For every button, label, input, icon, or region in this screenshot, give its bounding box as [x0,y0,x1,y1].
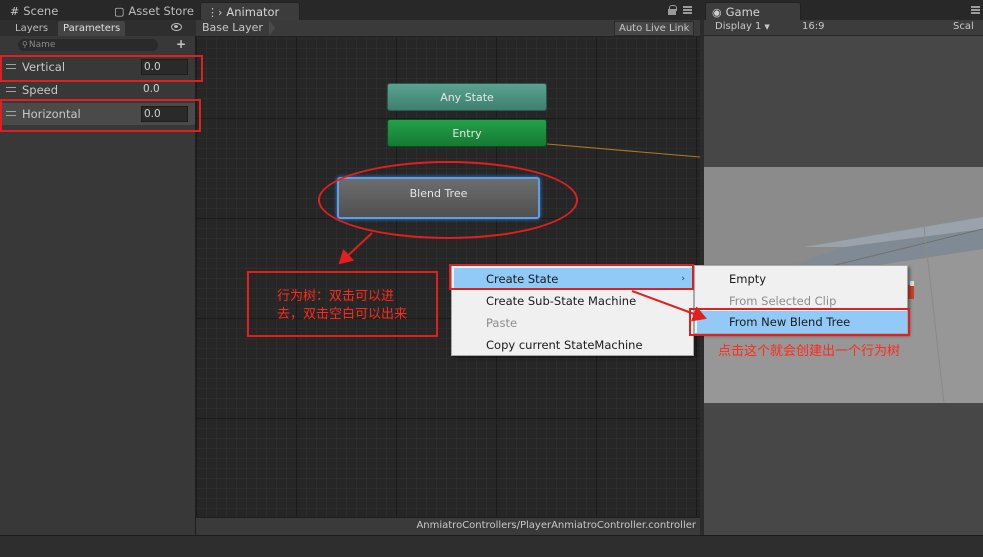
bottom-status-bar [0,535,983,557]
display-value: Display 1 [715,21,762,32]
breadcrumb[interactable]: Base Layer [202,20,275,36]
search-placeholder: Name [28,40,56,50]
parameter-value-field[interactable]: 0.0 [141,82,188,98]
drag-handle-icon[interactable] [6,87,16,92]
menu-item-paste: Paste [486,316,518,330]
game-menu-icon[interactable] [971,6,980,14]
tab-parameters[interactable]: Parameters [58,21,126,36]
store-icon: ▢ [114,5,125,18]
lock-icon[interactable] [668,5,677,15]
tab-asset-store[interactable]: ▢ Asset Store [108,2,194,20]
menu-item-create-sub-state-machine[interactable]: Create Sub-State Machine [454,290,693,312]
top-tab-strip: # Scene ▢ Asset Store ⋮› Animator ◉ Game [0,0,983,20]
layers-parameters-tabs: Layers Parameters [0,20,196,36]
annotation-note-line2: 去，双击空白可以出来 [277,307,408,322]
annotation-note-submenu: 点击这个就会创建出一个行为树 [718,344,901,359]
tab-asset-store-label: Asset Store [128,4,194,18]
tab-scene-label: Scene [23,4,59,18]
any-state-node[interactable]: Any State [387,83,547,111]
graph-status-bar: AnmiatroControllers/PlayerAnmiatroContro… [196,517,700,535]
parameter-search-input[interactable]: ⚲Name [18,39,158,51]
annotation-box-horizontal [0,99,201,132]
tab-game-label: Game [725,5,760,19]
game-toolbar: Display 1 ▼ 16:9 Scal [704,20,983,36]
add-parameter-icon[interactable]: + [176,37,186,51]
search-icon: ⚲ [22,40,28,49]
display-dropdown[interactable]: Display 1 ▼ [715,21,770,32]
scale-slider-label[interactable]: Scal [953,21,974,32]
auto-live-link-button[interactable]: Auto Live Link [614,21,695,36]
controller-path: AnmiatroControllers/PlayerAnmiatroContro… [416,520,696,531]
graph-toolbar: Base Layer Auto Live Link [196,20,700,37]
aspect-dropdown[interactable]: 16:9 [802,21,824,32]
annotation-box-from-new-blend-tree [689,308,910,336]
menu-item-copy-current-statemachine[interactable]: Copy current StateMachine [454,334,693,356]
annotation-box-create-state [449,264,694,290]
parameter-name: Speed [22,83,59,97]
aspect-value: 16:9 [802,21,825,32]
tab-scene[interactable]: # Scene [4,2,58,20]
tab-game[interactable]: ◉ Game [705,2,801,20]
annotation-ellipse-blend-tree [318,161,578,239]
chevron-down-icon: ▼ [764,23,770,31]
grid-icon: # [10,5,20,18]
annotation-box-vertical [0,55,203,82]
menu-item-empty[interactable]: Empty [697,268,907,290]
game-panel-background [704,403,983,535]
annotation-note-line1: 行为树：双击可以进 [277,289,395,304]
parameters-panel: Layers Parameters ⚲Name + Vertical 0.0 S… [0,20,196,535]
tab-layers[interactable]: Layers [10,21,53,36]
parameter-row-speed[interactable]: Speed 0.0 [2,79,195,101]
tab-animator-label: Animator [226,5,280,19]
tab-animator[interactable]: ⋮› Animator [200,2,300,20]
entry-node[interactable]: Entry [387,119,547,147]
annotation-note-blend-tree: 行为树：双击可以进 去，双击空白可以出来 [277,288,407,324]
panel-menu-icon[interactable] [683,6,692,14]
eye-icon[interactable] [171,23,182,31]
